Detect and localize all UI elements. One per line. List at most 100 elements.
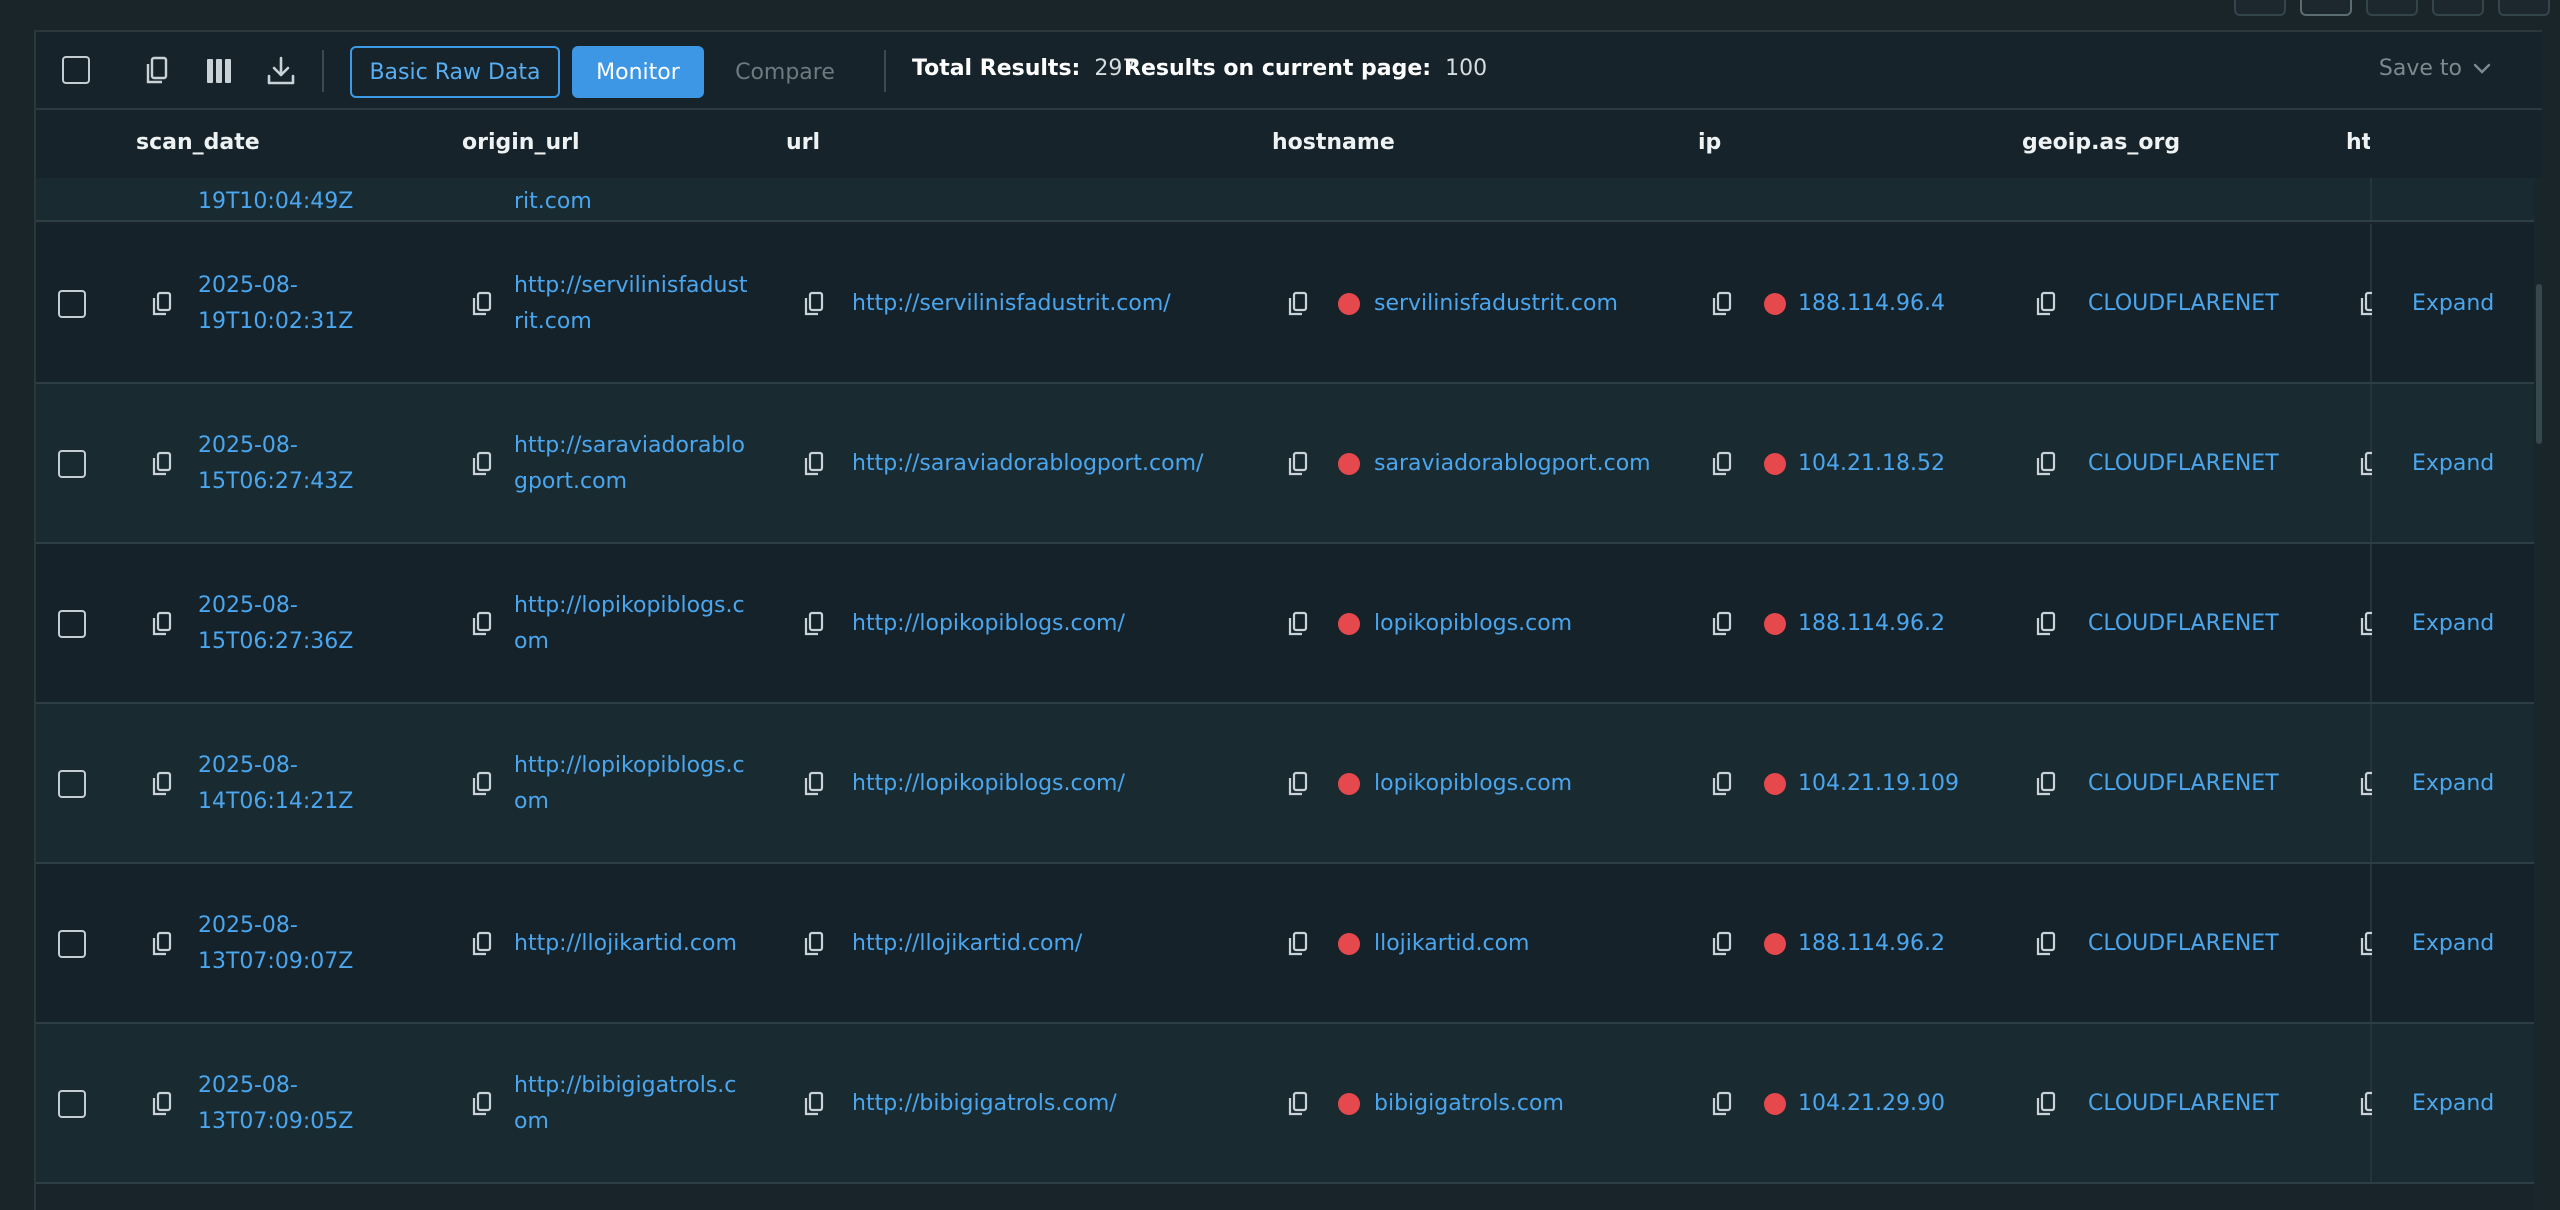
row-checkbox[interactable] bbox=[58, 610, 86, 638]
copy-icon[interactable] bbox=[2358, 930, 2372, 958]
scrollbar-thumb[interactable] bbox=[2536, 284, 2542, 444]
copy-icon[interactable] bbox=[1710, 450, 1734, 478]
as-org-link[interactable]: CLOUDFLARENET bbox=[2088, 766, 2279, 802]
origin-url-link[interactable]: http://saraviadorablo gport.com bbox=[514, 428, 745, 500]
row-checkbox[interactable] bbox=[58, 930, 86, 958]
as-org-link[interactable]: CLOUDFLARENET bbox=[2088, 446, 2279, 482]
expand-button[interactable]: Expand bbox=[2412, 446, 2494, 482]
expand-button[interactable]: Expand bbox=[2412, 926, 2494, 962]
copy-icon[interactable] bbox=[150, 930, 174, 958]
as-org-link[interactable]: CLOUDFLARENET bbox=[2088, 286, 2279, 322]
origin-url-link[interactable]: http://bibigigatrols.c om bbox=[514, 1068, 736, 1140]
url-link[interactable]: http://lopikopiblogs.com/ bbox=[852, 606, 1125, 642]
ip-link[interactable]: 188.114.96.4 bbox=[1798, 286, 1945, 322]
column-header-ip[interactable]: ip bbox=[1698, 130, 1721, 155]
hostname-link[interactable]: lopikopiblogs.com bbox=[1374, 606, 1572, 642]
copy-icon[interactable] bbox=[2358, 290, 2372, 318]
download-icon[interactable] bbox=[264, 54, 298, 88]
row-checkbox[interactable] bbox=[58, 770, 86, 798]
copy-icon[interactable] bbox=[1710, 610, 1734, 638]
columns-icon[interactable] bbox=[202, 54, 236, 88]
expand-button[interactable]: Expand bbox=[2412, 1086, 2494, 1122]
column-header-origin-url[interactable]: origin_url bbox=[462, 130, 580, 155]
row-checkbox[interactable] bbox=[58, 1090, 86, 1118]
copy-icon[interactable] bbox=[2358, 1090, 2372, 1118]
column-header-url[interactable]: url bbox=[786, 130, 820, 155]
copy-icon[interactable] bbox=[802, 290, 826, 318]
ip-link[interactable]: 188.114.96.2 bbox=[1798, 926, 1945, 962]
url-link[interactable]: http://llojikartid.com/ bbox=[852, 926, 1082, 962]
copy-icon[interactable] bbox=[470, 1090, 494, 1118]
copy-icon[interactable] bbox=[2034, 450, 2058, 478]
copy-icon[interactable] bbox=[2358, 610, 2372, 638]
copy-icon[interactable] bbox=[470, 290, 494, 318]
copy-icon[interactable] bbox=[150, 610, 174, 638]
hostname-link[interactable]: lopikopiblogs.com bbox=[1374, 766, 1572, 802]
column-header-hostname[interactable]: hostname bbox=[1272, 130, 1395, 155]
expand-button[interactable]: Expand bbox=[2412, 286, 2494, 322]
copy-icon[interactable] bbox=[802, 770, 826, 798]
monitor-button[interactable]: Monitor bbox=[572, 46, 704, 98]
vertical-scrollbar[interactable] bbox=[2534, 178, 2542, 1210]
copy-icon[interactable] bbox=[1710, 1090, 1734, 1118]
copy-icon[interactable] bbox=[1286, 290, 1310, 318]
ip-link[interactable]: 188.114.96.2 bbox=[1798, 606, 1945, 642]
window-control-button[interactable] bbox=[2432, 0, 2484, 16]
as-org-link[interactable]: CLOUDFLARENET bbox=[2088, 606, 2279, 642]
hostname-link[interactable]: servilinisfadustrit.com bbox=[1374, 286, 1618, 322]
copy-icon[interactable] bbox=[1286, 930, 1310, 958]
copy-icon[interactable] bbox=[802, 1090, 826, 1118]
copy-icon[interactable] bbox=[1286, 450, 1310, 478]
row-checkbox[interactable] bbox=[58, 450, 86, 478]
origin-url-link[interactable]: http://servilinisfadust rit.com bbox=[514, 268, 748, 340]
scan-date-link[interactable]: 2025-08- 13T07:09:07Z bbox=[198, 908, 353, 980]
origin-url-link[interactable]: http://lopikopiblogs.c om bbox=[514, 588, 745, 660]
scan-date-link[interactable]: 19T10:04:49Z bbox=[198, 184, 353, 220]
copy-icon[interactable] bbox=[470, 450, 494, 478]
window-control-button[interactable] bbox=[2234, 0, 2286, 16]
copy-icon[interactable] bbox=[802, 930, 826, 958]
copy-icon[interactable] bbox=[150, 770, 174, 798]
basic-raw-data-button[interactable]: Basic Raw Data bbox=[350, 46, 560, 98]
copy-icon[interactable] bbox=[1286, 610, 1310, 638]
scan-date-link[interactable]: 2025-08- 15T06:27:43Z bbox=[198, 428, 353, 500]
url-link[interactable]: http://lopikopiblogs.com/ bbox=[852, 766, 1125, 802]
url-link[interactable]: http://servilinisfadustrit.com/ bbox=[852, 286, 1171, 322]
column-header-scan-date[interactable]: scan_date bbox=[136, 130, 260, 155]
origin-url-link[interactable]: http://lopikopiblogs.c om bbox=[514, 748, 745, 820]
window-control-button[interactable] bbox=[2366, 0, 2418, 16]
copy-icon[interactable] bbox=[470, 930, 494, 958]
scan-date-link[interactable]: 2025-08- 14T06:14:21Z bbox=[198, 748, 353, 820]
copy-icon[interactable] bbox=[2034, 290, 2058, 318]
window-control-button[interactable] bbox=[2300, 0, 2352, 16]
copy-icon[interactable] bbox=[150, 450, 174, 478]
copy-icon[interactable] bbox=[802, 450, 826, 478]
copy-icon[interactable] bbox=[2034, 930, 2058, 958]
copy-icon[interactable] bbox=[470, 770, 494, 798]
origin-url-link[interactable]: http://llojikartid.com bbox=[514, 926, 737, 962]
ip-link[interactable]: 104.21.19.109 bbox=[1798, 766, 1959, 802]
copy-icon[interactable] bbox=[150, 1090, 174, 1118]
url-link[interactable]: http://saraviadorablogport.com/ bbox=[852, 446, 1203, 482]
as-org-link[interactable]: CLOUDFLARENET bbox=[2088, 926, 2279, 962]
expand-button[interactable]: Expand bbox=[2412, 606, 2494, 642]
expand-button[interactable]: Expand bbox=[2412, 766, 2494, 802]
copy-icon[interactable] bbox=[470, 610, 494, 638]
scan-date-link[interactable]: 2025-08- 13T07:09:05Z bbox=[198, 1068, 353, 1140]
row-checkbox[interactable] bbox=[58, 290, 86, 318]
select-all-checkbox[interactable] bbox=[62, 56, 90, 84]
as-org-link[interactable]: CLOUDFLARENET bbox=[2088, 1086, 2279, 1122]
copy-icon[interactable] bbox=[2034, 610, 2058, 638]
copy-icon[interactable] bbox=[1710, 770, 1734, 798]
save-to-dropdown[interactable]: Save to bbox=[2379, 56, 2492, 81]
column-header-truncated[interactable]: htt bbox=[2346, 130, 2370, 155]
copy-icon[interactable] bbox=[2034, 770, 2058, 798]
copy-icon[interactable] bbox=[1286, 1090, 1310, 1118]
copy-icon[interactable] bbox=[140, 54, 174, 88]
copy-icon[interactable] bbox=[2034, 1090, 2058, 1118]
hostname-link[interactable]: llojikartid.com bbox=[1374, 926, 1529, 962]
copy-icon[interactable] bbox=[150, 290, 174, 318]
hostname-link[interactable]: bibigigatrols.com bbox=[1374, 1086, 1564, 1122]
scan-date-link[interactable]: 2025-08- 15T06:27:36Z bbox=[198, 588, 353, 660]
copy-icon[interactable] bbox=[1710, 290, 1734, 318]
